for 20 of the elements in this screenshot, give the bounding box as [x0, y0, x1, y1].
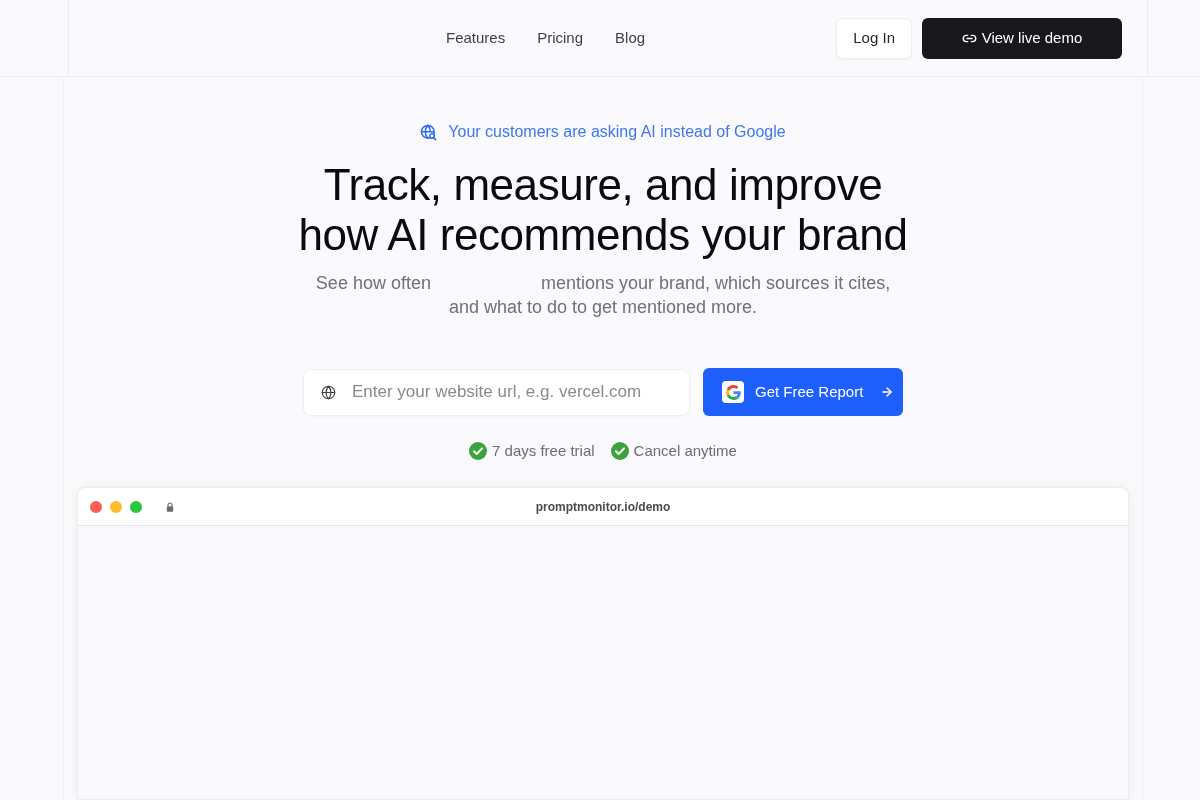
check-circle-icon [469, 442, 488, 460]
lock-icon [166, 501, 174, 512]
arrow-right-icon [880, 385, 895, 399]
perk-text: 7 days free trial [492, 440, 595, 461]
hero-heading: Track, measure, and improve how AI recommends your brand [298, 160, 908, 260]
google-logo-icon [722, 381, 744, 403]
get-free-report-button[interactable]: Get Free Report [703, 368, 903, 416]
nav-link[interactable]: Blog [615, 26, 646, 50]
globe-search-icon [420, 123, 438, 141]
hero-subtitle: See how often mentions your brand, which sources it cites, and what to do to get mentioned more. [315, 272, 891, 319]
nav-link[interactable]: Features [446, 26, 506, 50]
check-circle-icon [610, 442, 629, 460]
globe-icon [321, 384, 336, 400]
website-url-field[interactable]: Enter your website url, e.g. vercel.com [303, 368, 690, 416]
log-in-button[interactable]: Log In [836, 17, 912, 59]
perk-text: Cancel anytime [633, 440, 737, 461]
nav-link[interactable]: Pricing [537, 26, 584, 50]
browser-url-text: promptmonitor.io/demo [535, 498, 671, 516]
view-live-demo-button[interactable]: View live demo [922, 17, 1122, 59]
eyebrow-text: Your customers are asking AI instead of Google [448, 122, 786, 142]
